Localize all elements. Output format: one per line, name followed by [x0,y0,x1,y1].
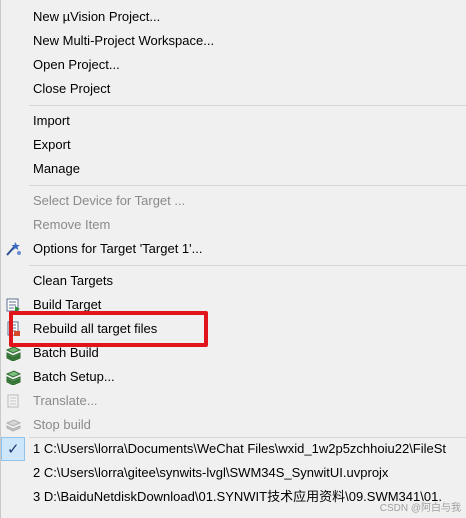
current-project-check: ✓ [1,437,25,461]
stop-build-icon [5,417,22,433]
menu-item-clean-targets[interactable]: Clean Targets [1,269,466,293]
menu-item-options-for-target[interactable]: Options for Target 'Target 1'... [1,237,466,261]
menu-item-label: Manage [33,161,80,176]
project-menu: New µVision Project... New Multi-Project… [0,0,466,518]
menu-separator [29,105,466,106]
batch-build-icon [5,345,22,362]
menu-item-manage[interactable]: Manage [1,157,466,181]
checkmark-icon: ✓ [7,441,20,458]
watermark: CSDN @阿白与我 [379,503,461,514]
menu-item-translate: Translate... [1,389,466,413]
menu-item-new-project[interactable]: New µVision Project... [1,5,466,29]
batch-setup-icon [5,369,22,386]
recent-project-1[interactable]: ✓ 1 C:\Users\lorra\Documents\WeChat File… [1,437,466,461]
options-wand-icon [5,241,22,257]
menu-item-select-device: Select Device for Target ... [1,189,466,213]
translate-icon [5,393,22,409]
menu-item-close-project[interactable]: Close Project [1,77,466,101]
menu-item-open-project[interactable]: Open Project... [1,53,466,77]
menu-separator [29,185,466,186]
annotation-highlight-box [9,311,208,347]
recent-project-label: 1 C:\Users\lorra\Documents\WeChat Files\… [33,441,447,456]
menu-item-label: Import [33,113,70,128]
menu-item-label: Open Project... [33,57,120,72]
menu-item-label: Remove Item [33,217,111,232]
menu-item-stop-build: Stop build [1,413,466,437]
menu-separator [29,265,466,266]
menu-item-label: Batch Build [33,345,99,360]
menu-item-label: Export [33,137,71,152]
menu-item-label: New Multi-Project Workspace... [33,33,215,48]
menu-item-batch-setup[interactable]: Batch Setup... [1,365,466,389]
menu-item-new-multi-project-workspace[interactable]: New Multi-Project Workspace... [1,29,466,53]
menu-item-label: Clean Targets [33,273,113,288]
menu-item-label: Options for Target 'Target 1'... [33,241,203,256]
menu-item-label: Batch Setup... [33,369,115,384]
recent-project-label: 2 C:\Users\lorra\gitee\synwits-lvgl\SWM3… [33,465,389,480]
menu-item-label: Stop build [33,417,91,432]
recent-project-2[interactable]: 2 C:\Users\lorra\gitee\synwits-lvgl\SWM3… [1,461,466,485]
menu-item-label: Translate... [33,393,98,408]
menu-item-remove-item: Remove Item [1,213,466,237]
menu-item-label: Close Project [33,81,111,96]
menu-item-import[interactable]: Import [1,109,466,133]
menu-item-export[interactable]: Export [1,133,466,157]
menu-item-label: New µVision Project... [33,9,161,24]
menu-item-label: Select Device for Target ... [33,193,186,208]
